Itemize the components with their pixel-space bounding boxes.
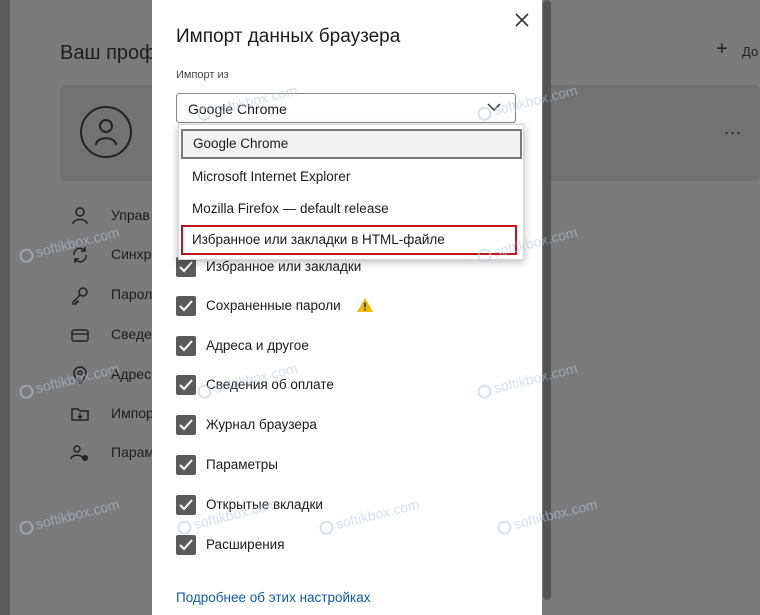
add-profile-label[interactable]: До [742, 44, 758, 59]
card-icon [71, 329, 89, 342]
dropdown-option-firefox[interactable]: Mozilla Firefox — default release [179, 194, 523, 224]
dropdown-option-google-chrome[interactable]: Google Chrome [181, 129, 522, 159]
checkbox-passwords[interactable]: Сохраненные пароли [176, 294, 516, 318]
checkbox-label: Параметры [206, 457, 278, 472]
person-icon [95, 119, 117, 146]
checkbox-label: Расширения [206, 537, 285, 552]
sync-icon [73, 247, 87, 263]
checkbox-settings[interactable]: Параметры [176, 453, 516, 477]
import-browser-data-dialog: Импорт данных браузера Импорт из Google … [152, 0, 542, 615]
checkbox-label: Сохраненные пароли [206, 298, 341, 313]
sidebar-item-sync[interactable]: Синхр [70, 243, 160, 267]
more-options-icon[interactable]: ... [724, 118, 742, 139]
chevron-down-icon [487, 103, 501, 112]
import-source-dropdown: Google Chrome Microsoft Internet Explore… [178, 124, 524, 260]
checkbox-checked[interactable] [176, 495, 196, 515]
checkbox-extensions[interactable]: Расширения [176, 533, 516, 557]
checkbox-label: Открытые вкладки [206, 497, 323, 512]
sidebar-item-label: Синхр [111, 246, 152, 262]
checkbox-label: Журнал браузера [206, 417, 317, 432]
sidebar-item-settings[interactable]: Парам [70, 441, 160, 465]
left-edge-bar [0, 0, 10, 615]
checkbox-checked[interactable] [176, 415, 196, 435]
checkbox-checked[interactable] [176, 535, 196, 555]
sidebar-item-label: Парол [111, 286, 153, 302]
checkbox-checked[interactable] [176, 257, 196, 277]
sidebar-item-label: Управ [111, 207, 150, 223]
checkbox-open-tabs[interactable]: Открытые вкладки [176, 493, 516, 517]
checkbox-checked[interactable] [176, 336, 196, 356]
sidebar-item-addresses[interactable]: Адрес [70, 363, 160, 387]
settings-people-icon [70, 445, 88, 461]
sidebar-item-label: Сведе [111, 326, 152, 342]
import-from-label: Импорт из [176, 69, 229, 81]
sidebar-item-label: Импор [111, 405, 154, 421]
import-source-select[interactable]: Google Chrome [176, 93, 516, 123]
dropdown-option-html-file[interactable]: Избранное или закладки в HTML-файле [181, 225, 517, 255]
sidebar-item-import[interactable]: Импор [70, 402, 160, 426]
sidebar-item-payment[interactable]: Сведе [70, 323, 160, 347]
checkbox-label: Избранное или закладки [206, 259, 362, 274]
close-icon[interactable] [512, 10, 532, 30]
checkbox-payment-info[interactable]: Сведения об оплате [176, 373, 516, 397]
checkbox-addresses[interactable]: Адреса и другое [176, 334, 516, 358]
dialog-title: Импорт данных браузера [176, 26, 401, 47]
page-scrollbar[interactable] [543, 0, 551, 600]
learn-more-link[interactable]: Подробнее об этих настройках [176, 590, 370, 605]
checkbox-history[interactable]: Журнал браузера [176, 413, 516, 437]
location-icon [73, 366, 87, 385]
checkbox-label: Адреса и другое [206, 338, 309, 353]
add-profile-icon[interactable]: + [716, 38, 728, 61]
avatar[interactable] [80, 106, 132, 158]
profile-title: Ваш проф [60, 42, 156, 64]
sidebar-item-manage[interactable]: Управ [70, 204, 160, 228]
warning-icon [357, 298, 373, 312]
import-icon [71, 408, 89, 421]
checkbox-checked[interactable] [176, 455, 196, 475]
selected-source-value: Google Chrome [188, 101, 287, 117]
checkbox-checked[interactable] [176, 296, 196, 316]
sidebar-item-passwords[interactable]: Парол [70, 283, 160, 307]
key-icon [72, 287, 88, 305]
checkbox-checked[interactable] [176, 375, 196, 395]
checkbox-label: Сведения об оплате [206, 377, 334, 392]
dropdown-option-internet-explorer[interactable]: Microsoft Internet Explorer [179, 162, 523, 192]
sidebar-item-label: Парам [111, 444, 155, 460]
sidebar-item-label: Адрес [111, 366, 152, 382]
person-icon [72, 207, 88, 225]
